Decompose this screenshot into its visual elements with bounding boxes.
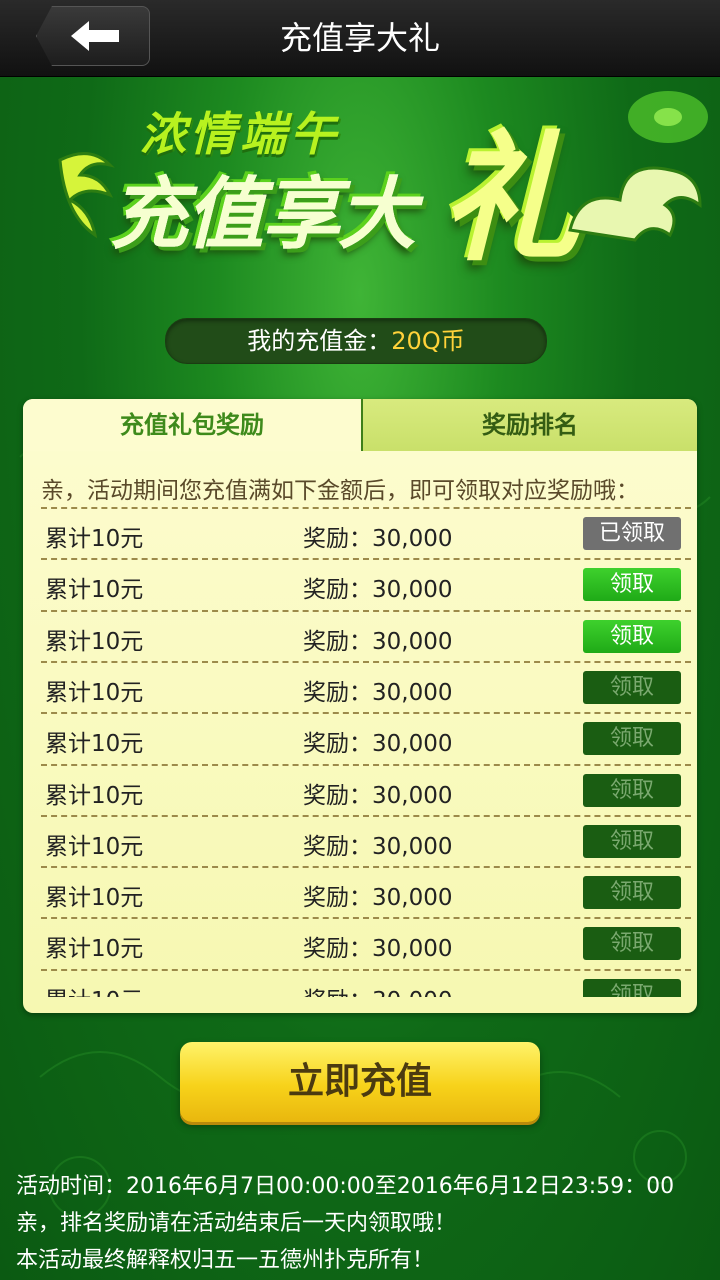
claim-button: 领取: [583, 978, 681, 997]
reward-amount: 奖励：30,000: [303, 885, 453, 912]
activity-info: 活动时间：2016年6月7日00:00:00至2016年6月12日23:59：0…: [16, 1168, 716, 1279]
banner-title-big: 礼: [440, 118, 581, 281]
reward-threshold: 累计10元: [45, 628, 144, 655]
claimed-badge: 已领取: [583, 517, 681, 550]
reward-threshold: 累计10元: [45, 981, 143, 997]
reward-threshold: 累计10元: [45, 577, 144, 604]
reward-row: 累计10元 奖励：30,000 领取: [41, 558, 691, 611]
tab-recharge-rewards[interactable]: 充值礼包奖励: [23, 399, 363, 451]
reward-panel: 充值礼包奖励 奖励排名 亲，活动期间您充值满如下金额后，即可领取对应奖励哦： 累…: [23, 399, 697, 1013]
claim-button: 领取: [583, 876, 681, 910]
reward-amount: 奖励：30,000: [303, 833, 453, 860]
intro-text: 亲，活动期间您充值满如下金额后，即可领取对应奖励哦：: [41, 478, 639, 504]
reward-row: 累计10元 奖励：30,000 领取: [41, 712, 691, 765]
reward-row: 累计10元 奖励：30,000 领取: [41, 968, 691, 997]
reward-row: 累计10元 奖励：30,000 已领取: [41, 507, 691, 560]
balance-label: 我的充值金：: [247, 327, 392, 355]
reward-row: 累计10元 奖励：30,000 领取: [41, 814, 691, 868]
tab-reward-ranking[interactable]: 奖励排名: [363, 399, 697, 451]
reward-amount: 奖励：30,000: [303, 981, 452, 997]
reward-threshold: 累计10元: [45, 526, 144, 552]
reward-threshold: 累计10元: [45, 833, 144, 860]
reward-threshold: 累计10元: [45, 679, 144, 706]
reward-amount: 奖励：30,000: [303, 679, 453, 706]
reward-amount: 奖励：30,000: [303, 782, 453, 809]
balance-value: 20Q币: [391, 327, 465, 355]
reward-amount: 奖励：30,000: [303, 526, 453, 552]
recharge-now-button[interactable]: 立即充值: [180, 1042, 540, 1122]
reward-amount: 奖励：30,000: [303, 577, 453, 604]
banner-title: 充值享大: [110, 170, 416, 260]
claim-button: 领取: [583, 824, 681, 858]
reward-amount: 奖励：30,000: [303, 731, 453, 758]
reward-amount: 奖励：30,000: [303, 628, 453, 655]
rights-notice: 本活动最终解释权归五一五德州扑克所有！: [16, 1248, 435, 1273]
claim-button: 领取: [583, 722, 681, 756]
reward-list[interactable]: 累计10元 奖励：30,000 已领取 累计10元 奖励：30,000 领取 累计10元 奖励…: [41, 507, 691, 997]
reward-threshold: 累计10元: [45, 782, 144, 809]
reward-row: 累计10元 奖励：30,000 领取: [41, 917, 691, 970]
reward-row: 累计10元 奖励：30,000 领取: [41, 763, 691, 817]
claim-button[interactable]: 领取: [583, 568, 681, 602]
claim-button: 领取: [583, 927, 681, 961]
reward-threshold: 累计10元: [45, 731, 144, 758]
reward-threshold: 累计10元: [45, 936, 144, 963]
claim-button: 领取: [583, 670, 681, 704]
reward-row: 累计10元 奖励：30,000 领取: [41, 866, 691, 919]
reward-row: 累计10元 奖励：30,000 领取: [41, 660, 691, 714]
top-bar: 充值享大礼: [0, 0, 720, 77]
activity-time: 活动时间：2016年6月7日00:00:00至2016年6月12日23:59：0…: [16, 1174, 675, 1199]
claim-button: 领取: [583, 773, 681, 807]
balance-display: 我的充值金：20Q币: [165, 318, 547, 364]
page-title: 充值享大礼: [279, 19, 440, 57]
reward-threshold: 累计10元: [45, 885, 144, 912]
claim-button[interactable]: 领取: [583, 619, 681, 653]
ranking-notice: 亲，排名奖励请在活动结束后一天内领取哦！: [16, 1211, 457, 1236]
reward-row: 累计10元 奖励：30,000 领取: [41, 609, 691, 663]
reward-amount: 奖励：30,000: [303, 936, 453, 963]
